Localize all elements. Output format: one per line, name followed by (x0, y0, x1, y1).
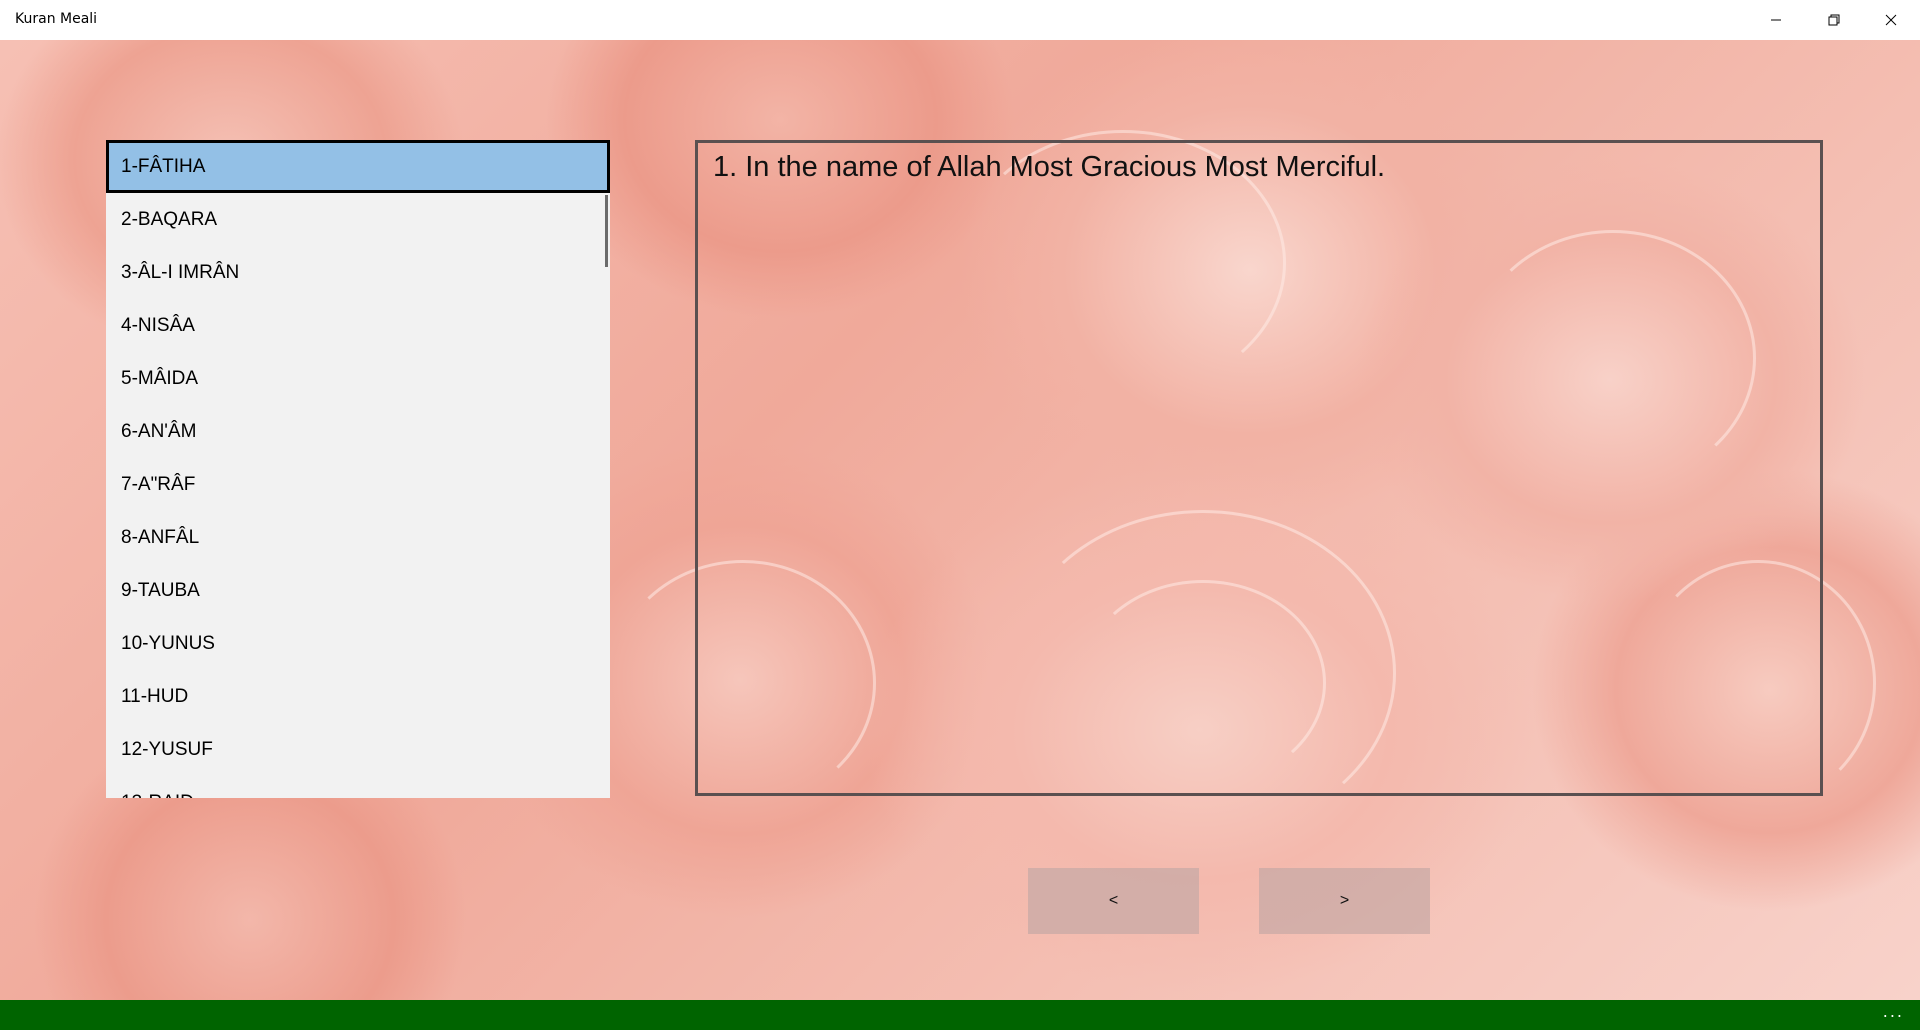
surah-item[interactable]: 10-YUNUS (106, 617, 610, 670)
surah-item[interactable]: 8-ANFÂL (106, 511, 610, 564)
minimize-button[interactable] (1748, 0, 1804, 40)
surah-item[interactable]: 13-RAID (106, 776, 610, 798)
close-button[interactable] (1863, 0, 1919, 40)
close-icon (1885, 14, 1897, 26)
surah-item[interactable]: 12-YUSUF (106, 723, 610, 776)
list-scrollbar-thumb[interactable] (605, 195, 608, 267)
verse-panel: 1. In the name of Allah Most Gracious Mo… (695, 140, 1823, 796)
previous-verse-button[interactable]: < (1028, 868, 1199, 934)
minimize-icon (1771, 19, 1781, 21)
surah-item[interactable]: 9-TAUBA (106, 564, 610, 617)
more-options-button[interactable]: ... (1883, 1002, 1904, 1021)
restore-icon (1828, 14, 1840, 26)
surah-item[interactable]: 6-AN'ÂM (106, 405, 610, 458)
bottom-app-bar: ... (0, 1000, 1920, 1030)
surah-item[interactable]: 1-FÂTIHA (106, 140, 610, 193)
surah-item[interactable]: 5-MÂIDA (106, 352, 610, 405)
restore-button[interactable] (1806, 0, 1862, 40)
surah-item[interactable]: 2-BAQARA (106, 193, 610, 246)
surah-item[interactable]: 3-ÂL-I IMRÂN (106, 246, 610, 299)
surah-item[interactable]: 4-NISÂA (106, 299, 610, 352)
next-verse-button[interactable]: > (1259, 868, 1430, 934)
surah-list[interactable]: 1-FÂTIHA 2-BAQARA 3-ÂL-I IMRÂN 4-NISÂA 5… (106, 140, 610, 798)
verse-text: 1. In the name of Allah Most Gracious Mo… (713, 151, 1386, 183)
app-window: Kuran Meali 1-FÂTIHA 2-BAQARA 3-ÂL-I IMR… (0, 0, 1920, 1030)
surah-item[interactable]: 11-HUD (106, 670, 610, 723)
window-title: Kuran Meali (15, 11, 98, 27)
title-bar: Kuran Meali (0, 0, 1920, 40)
surah-item[interactable]: 7-A"RÂF (106, 458, 610, 511)
